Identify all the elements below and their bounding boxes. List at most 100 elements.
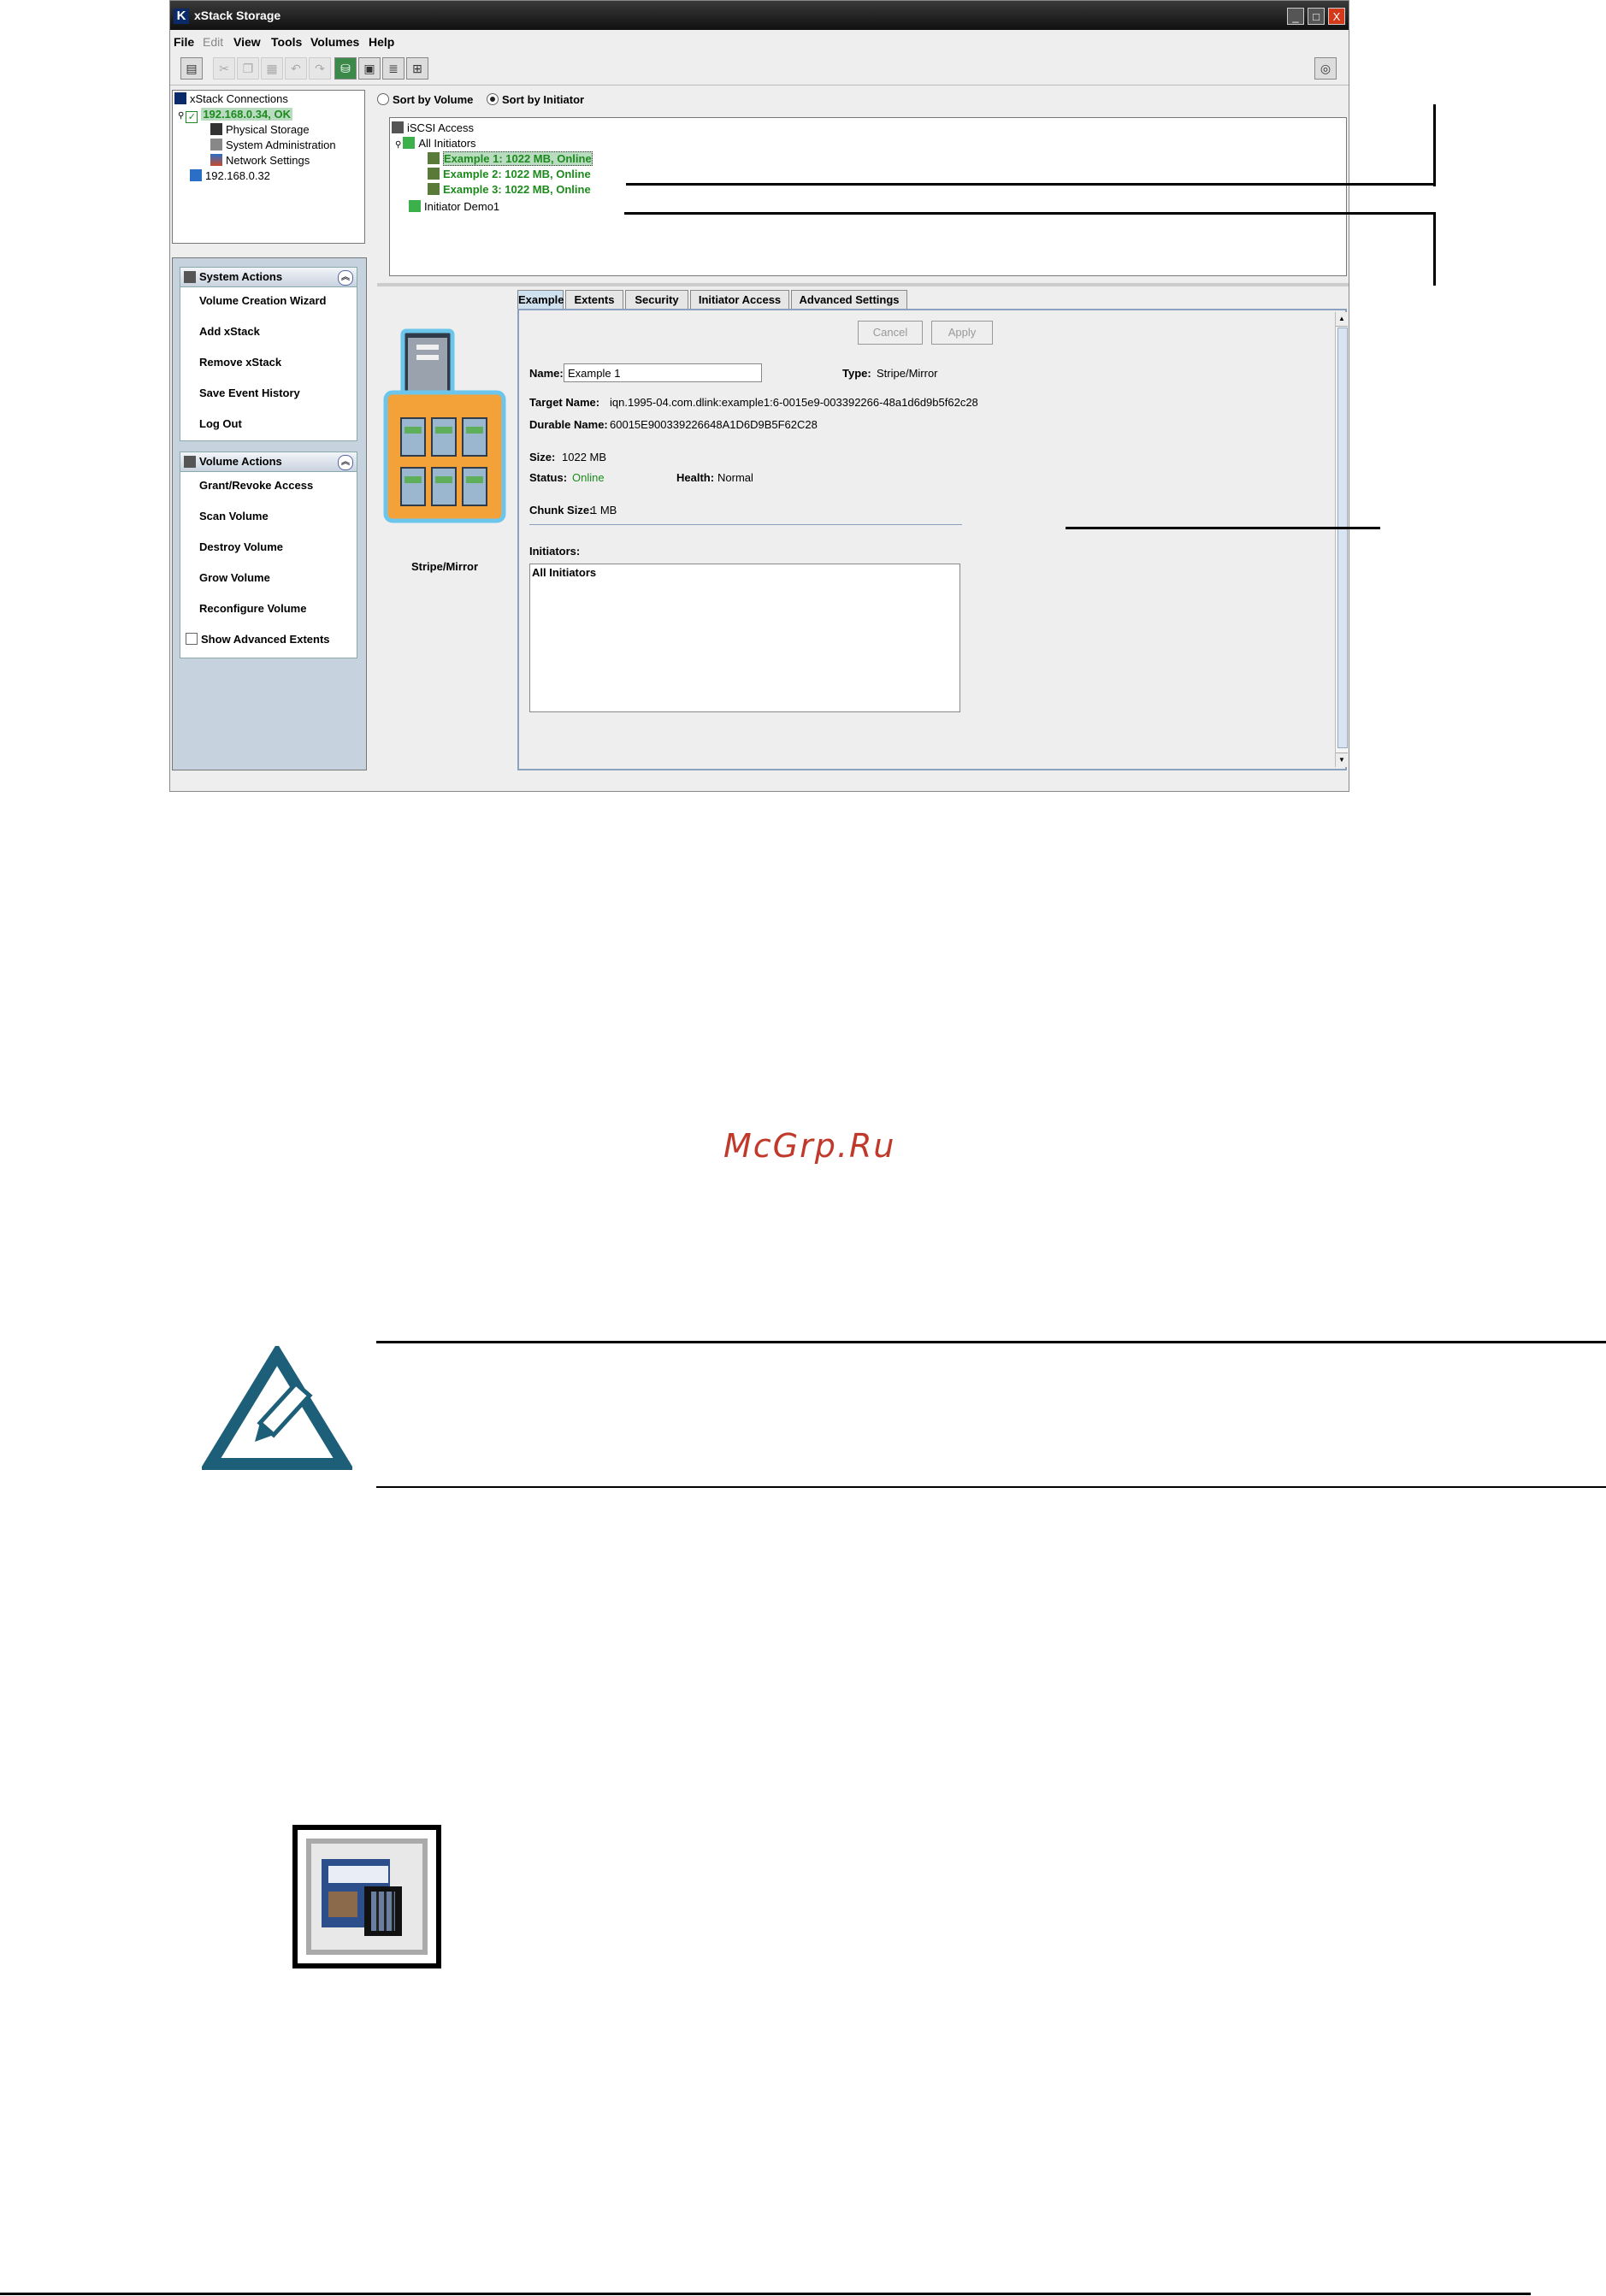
expand-toggle-icon[interactable]: ⚲ [395,140,401,150]
tab-security[interactable]: Security [625,290,688,309]
app-icon-illustration [292,1825,441,1968]
page-footer-rule [0,2293,1531,2295]
system-actions-list: Volume Creation Wizard Add xStack Remove… [180,287,357,441]
host-icon [190,169,202,181]
paste-icon[interactable]: ▦ [261,57,283,80]
access-icon[interactable]: ⛁ [334,57,357,80]
remove-xstack-link[interactable]: Remove xStack [199,356,281,369]
redo-icon[interactable]: ↷ [309,57,331,80]
close-button[interactable]: X [1328,8,1345,25]
watermark: McGrp.Ru [723,1127,896,1165]
tree-host-2[interactable]: 192.168.0.32 [190,169,270,182]
graphic-caption: Stripe/Mirror [411,560,479,573]
save-event-history-link[interactable]: Save Event History [199,387,300,399]
scan-volume-link[interactable]: Scan Volume [199,510,269,522]
app-logo-icon: K [174,9,189,24]
volume-creation-wizard-link[interactable]: Volume Creation Wizard [199,294,326,307]
apply-button[interactable]: Apply [931,321,993,345]
tree-root[interactable]: xStack Connections [174,92,288,105]
scroll-thumb[interactable] [1337,328,1348,748]
menu-help[interactable]: Help [369,35,394,49]
show-advanced-extents-checkbox[interactable]: Show Advanced Extents [186,633,330,646]
callout-line [1433,212,1436,286]
undo-icon[interactable]: ↶ [285,57,307,80]
menu-volumes[interactable]: Volumes [310,35,359,49]
scroll-up-arrow-icon[interactable]: ▲ [1336,312,1348,327]
action-sidebar: System Actions ︽ Volume Creation Wizard … [172,257,367,770]
volume-actions-list: Grant/Revoke Access Scan Volume Destroy … [180,472,357,658]
initiator-monitor-icon [409,200,421,212]
checkbox-icon[interactable] [186,633,198,645]
tree-all-initiators[interactable]: ⚲ All Initiators [395,137,476,150]
sort-by-volume-radio[interactable]: Sort by Volume [377,93,473,106]
note-rule-bottom [376,1486,1606,1488]
restore-button[interactable]: □ [1308,8,1325,25]
log-out-link[interactable]: Log Out [199,417,242,430]
collapse-chevron-icon[interactable]: ︽ [338,270,353,286]
tree-volume-example-2[interactable]: Example 2: 1022 MB, Online [428,168,591,180]
vertical-scrollbar[interactable]: ▲ ▼ [1335,312,1348,767]
expand-toggle-icon[interactable]: ⚲ [178,111,184,121]
callout-line [1066,527,1380,529]
connections-tree-panel: xStack Connections ⚲ ✓ 192.168.0.34, OK Ph… [172,90,365,244]
help-icon[interactable]: ◎ [1314,57,1337,80]
name-input[interactable] [564,363,762,382]
tree-iscsi-access[interactable]: iSCSI Access [392,121,474,134]
tree-host-ok[interactable]: ⚲ ✓ 192.168.0.34, OK [178,108,292,123]
initiators-list[interactable]: All Initiators [529,564,960,712]
copy-icon[interactable]: ❐ [237,57,259,80]
menu-edit[interactable]: Edit [203,35,223,49]
reconfigure-volume-link[interactable]: Reconfigure Volume [199,602,306,615]
tab-extents[interactable]: Extents [565,290,623,309]
cancel-button[interactable]: Cancel [858,321,923,345]
volume-detail-pane: Cancel Apply Name: Type: Stripe/Mirror T… [517,309,1348,770]
tree-network-settings[interactable]: Network Settings [210,154,310,167]
volume-actions-header[interactable]: Volume Actions ︽ [180,452,357,472]
tree-initiator-demo1[interactable]: Initiator Demo1 [409,200,499,213]
initiators-label: Initiators: [529,545,581,558]
grant-revoke-access-link[interactable]: Grant/Revoke Access [199,479,313,492]
chunk-size-label: Chunk Size: [529,504,593,516]
sort-by-initiator-radio[interactable]: Sort by Initiator [487,93,584,106]
note-pencil-icon [202,1346,352,1470]
xstack-logo-icon [174,92,186,104]
network-icon[interactable]: ⊞ [406,57,428,80]
size-label: Size: [529,451,556,463]
callout-line [1433,104,1436,186]
health-label: Health: [676,471,715,484]
menu-file[interactable]: File [174,35,194,49]
iscsi-icon [392,121,404,133]
tree-volume-example-3[interactable]: Example 3: 1022 MB, Online [428,183,591,196]
tree-system-administration[interactable]: System Administration [210,139,336,151]
name-label: Name: [529,367,564,380]
tab-advanced-settings[interactable]: Advanced Settings [791,290,907,309]
chunk-size-value: 1 MB [591,504,617,516]
list-item[interactable]: All Initiators [532,566,596,579]
toolbar: ▤ ✂ ❐ ▦ ↶ ↷ ⛁ ▣ ≣ ⊞ ◎ [170,54,1349,86]
system-actions-header[interactable]: System Actions ︽ [180,267,357,287]
scroll-down-arrow-icon[interactable]: ▼ [1336,753,1348,767]
tree-volume-example-1[interactable]: Example 1: 1022 MB, Online [428,151,593,166]
minimize-button[interactable]: _ [1287,8,1304,25]
tab-example-1[interactable]: Example 1 [517,290,564,324]
callout-line [624,212,1433,215]
callout-line [626,183,1435,186]
admin-icon[interactable]: ≣ [382,57,404,80]
type-value: Stripe/Mirror [877,367,938,380]
collapse-chevron-icon[interactable]: ︽ [338,455,353,470]
destroy-volume-link[interactable]: Destroy Volume [199,540,283,553]
cut-icon[interactable]: ✂ [213,57,235,80]
size-value: 1022 MB [562,451,607,463]
storage-icon[interactable]: ▣ [358,57,381,80]
window-title: xStack Storage [194,9,281,22]
app-icon[interactable]: ▤ [180,57,203,80]
disk-icon [210,123,222,135]
split-pane-divider[interactable] [377,283,1349,286]
menu-tools[interactable]: Tools [271,35,302,49]
server-icon [210,139,222,151]
add-xstack-link[interactable]: Add xStack [199,325,260,338]
tree-physical-storage[interactable]: Physical Storage [210,123,310,136]
grow-volume-link[interactable]: Grow Volume [199,571,270,584]
tab-initiator-access[interactable]: Initiator Access [690,290,789,309]
menu-view[interactable]: View [233,35,261,49]
